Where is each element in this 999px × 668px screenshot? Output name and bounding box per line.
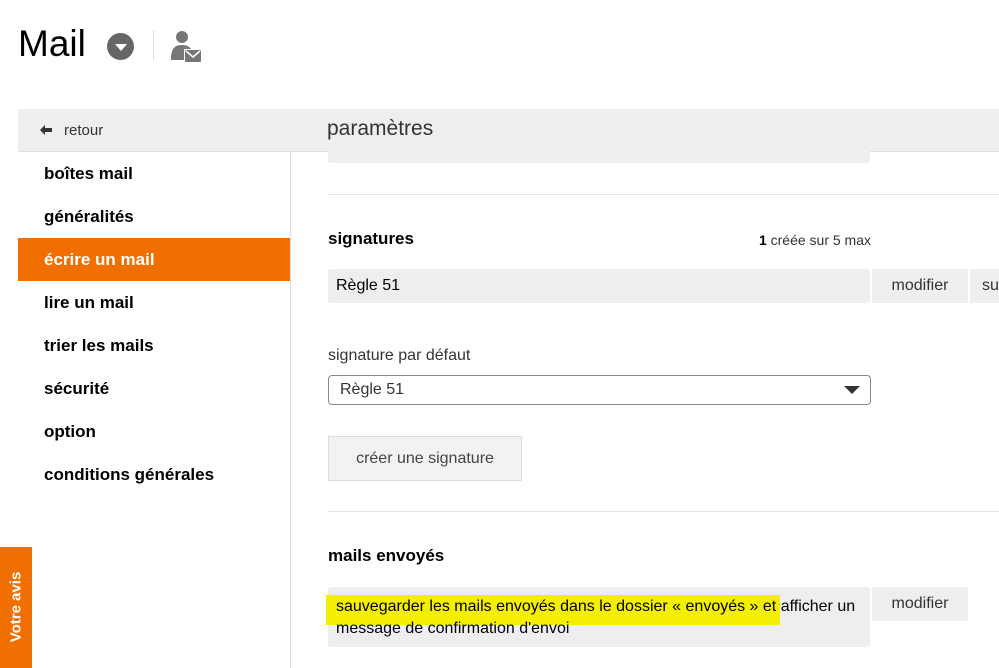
feedback-label: Votre avis [7, 571, 25, 643]
default-signature-label: signature par défaut [328, 347, 471, 364]
section-divider [328, 194, 999, 195]
app-title: Mail [18, 23, 86, 64]
sent-mails-title: mails envoyés [328, 546, 445, 565]
settings-sidebar: boîtes mail généralités écrire un mail l… [18, 152, 290, 668]
sidebar-divider [290, 152, 291, 668]
arrow-left-icon [40, 125, 52, 135]
sidebar-item-write-mail[interactable]: écrire un mail [18, 238, 290, 281]
signature-item: Règle 51 [328, 269, 870, 303]
sidebar-item-mailboxes[interactable]: boîtes mail [18, 152, 290, 195]
feedback-tab[interactable]: Votre avis [0, 547, 32, 668]
header-divider [153, 30, 154, 60]
sidebar-item-sort-mails[interactable]: trier les mails [18, 324, 290, 367]
default-signature-value: Règle 51 [340, 381, 405, 398]
modify-signature-button[interactable]: modifier [872, 269, 968, 303]
default-signature-select[interactable]: Règle 51 [328, 375, 871, 405]
modify-sent-mails-button[interactable]: modifier [872, 587, 968, 621]
top-bar [18, 109, 999, 152]
signature-name: Règle 51 [336, 277, 401, 294]
contact-mail-icon[interactable] [170, 30, 202, 64]
previous-section-box [328, 151, 870, 163]
app-menu-button[interactable] [107, 33, 134, 60]
delete-signature-button[interactable]: supprimer [970, 269, 999, 303]
sidebar-item-read-mail[interactable]: lire un mail [18, 281, 290, 324]
back-link[interactable]: retour [40, 120, 103, 140]
section-divider [328, 511, 999, 512]
sidebar-item-option[interactable]: option [18, 410, 290, 453]
signatures-title: signatures [328, 229, 414, 248]
sidebar-item-terms[interactable]: conditions générales [18, 453, 290, 496]
signature-counter: 1 créée sur 5 max [610, 232, 871, 248]
back-label: retour [64, 121, 104, 139]
page-title: paramètres [327, 117, 434, 140]
chevron-down-icon [114, 43, 127, 51]
dropdown-arrow-icon [844, 386, 860, 394]
sent-mails-option-text: sauvegarder les mails envoyés dans le do… [336, 598, 856, 637]
signature-count-suffix: créée sur 5 max [766, 232, 871, 248]
sidebar-item-security[interactable]: sécurité [18, 367, 290, 410]
sidebar-item-general[interactable]: généralités [18, 195, 290, 238]
create-signature-button[interactable]: créer une signature [328, 436, 522, 481]
signature-count: 1 [758, 232, 767, 248]
